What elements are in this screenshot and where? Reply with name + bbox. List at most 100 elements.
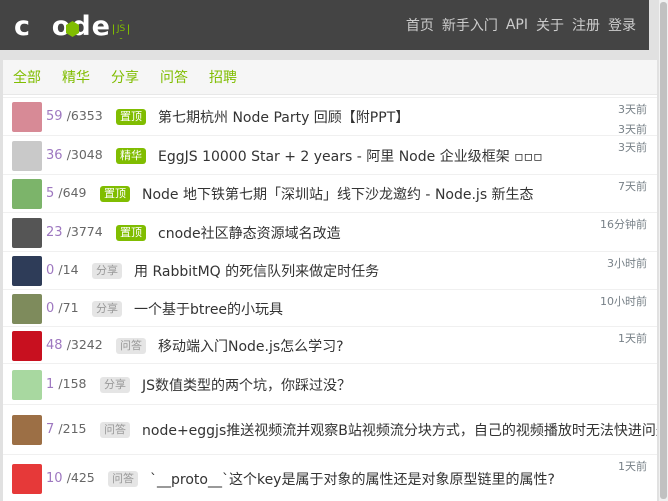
tab-good[interactable]: 精华 — [62, 67, 90, 87]
nav-signup[interactable]: 注册 — [572, 15, 600, 35]
topic-tab-badge: 精华 — [116, 148, 146, 164]
scrollbar-thumb[interactable] — [660, 2, 667, 499]
logo-text: c ode — [14, 11, 111, 42]
last-reply-time[interactable]: 3天前 — [618, 139, 647, 159]
topic-title-link[interactable]: 移动端入门Node.js怎么学习? — [158, 336, 344, 356]
time-text: 1天前 — [618, 460, 647, 473]
topic-row[interactable]: 7 /215 问答 node+eggjs推送视频流并观察B站视频流分块方式，自己的视… — [3, 404, 657, 455]
tab-job[interactable]: 招聘 — [209, 67, 237, 87]
reply-count: 0 — [46, 301, 55, 316]
user-avatar[interactable] — [12, 102, 42, 132]
reply-count: 23 — [46, 225, 63, 240]
time-text: 3天前 — [618, 141, 647, 154]
last-reply-time[interactable]: 1天前 — [618, 458, 647, 478]
topic-title-link[interactable]: `__proto__`这个key是属于对象的属性还是对象原型链里的属性? — [150, 469, 555, 489]
topic-tab-badge: 置顶 — [100, 186, 130, 202]
reply-count: 5 — [46, 186, 55, 201]
reply-visit-count: 1 /158 — [46, 376, 87, 392]
topic-title-link[interactable]: cnode社区静态资源域名改造 — [158, 223, 341, 243]
visit-count: /215 — [58, 421, 87, 436]
tab-ask[interactable]: 问答 — [160, 67, 188, 87]
topic-tab-badge: 分享 — [100, 377, 130, 393]
topic-tab-badge: 分享 — [92, 263, 122, 279]
reply-visit-count: 10 /425 — [46, 470, 95, 486]
nav-getstart[interactable]: 新手入门 — [442, 15, 498, 35]
topic-row[interactable]: 0 /14 分享用 RabbitMQ 的死信队列来做定时任务 3小时前 — [3, 251, 657, 290]
reply-count: 48 — [46, 338, 63, 353]
nav-home[interactable]: 首页 — [406, 15, 434, 35]
last-reply-time[interactable]: 3小时前 — [607, 255, 647, 275]
visit-count: /649 — [58, 185, 87, 200]
reply-visit-count: 5 /649 — [46, 185, 87, 201]
user-avatar[interactable] — [12, 294, 42, 324]
reply-count: 10 — [46, 471, 63, 486]
last-reply-time[interactable]: 10小时前 — [600, 293, 647, 313]
user-avatar[interactable] — [12, 331, 42, 361]
topic-row[interactable]: 5 /649 置顶 Node 地下铁第七期「深圳站」线下沙龙邀约 - Node.js… — [3, 174, 657, 213]
reply-visit-count: 0 /71 — [46, 300, 79, 316]
reply-count: 36 — [46, 148, 63, 163]
user-avatar[interactable] — [12, 218, 42, 248]
topic-row[interactable]: 48 /3242 问答 移动端入门Node.js怎么学习? 1天前 — [3, 326, 657, 364]
time-text: 10小时前 — [600, 295, 647, 308]
visit-count: /3242 — [66, 337, 103, 352]
reply-visit-count: 23 /3774 — [46, 224, 103, 240]
last-reply-time[interactable]: 1天前 — [618, 330, 647, 350]
top-navbar: c ode JS 首页 新手入门 API 关于 注册 登录 — [0, 0, 649, 50]
topic-tab-badge: 问答 — [100, 422, 130, 438]
user-avatar[interactable] — [12, 464, 42, 494]
reply-count: 59 — [46, 109, 63, 124]
reply-visit-count: 7 /215 — [46, 421, 87, 437]
topic-tab-badge: 置顶 — [116, 109, 146, 125]
user-avatar[interactable] — [12, 370, 42, 400]
last-reply-time[interactable]: 16分钟前 — [600, 216, 647, 236]
topic-panel: 全部 精华 分享 问答 招聘 59 /6353 置顶 第七期杭州 Node Part… — [3, 60, 657, 501]
tab-all[interactable]: 全部 — [13, 67, 41, 87]
last-reply-time[interactable]: 7天前 — [618, 178, 647, 198]
topic-row[interactable]: 36 /3048 精华 EggJS 10000 Star + 2 years - 阿… — [3, 135, 657, 175]
visit-count: /6353 — [66, 108, 103, 123]
reply-count: 0 — [46, 263, 55, 278]
topic-row[interactable]: 23 /3774 置顶 cnode社区静态资源域名改造 16分钟前 — [3, 212, 657, 252]
user-avatar[interactable] — [12, 256, 42, 286]
topic-title-link[interactable]: EggJS 10000 Star + 2 years - 阿里 Node 企业级… — [158, 146, 543, 166]
reply-visit-count: 0 /14 — [46, 262, 79, 278]
page-scrollbar[interactable] — [659, 0, 668, 501]
visit-count: /14 — [58, 262, 79, 277]
nav-about[interactable]: 关于 — [536, 15, 564, 35]
nav-login[interactable]: 登录 — [608, 15, 636, 35]
time-text: 16分钟前 — [600, 218, 647, 231]
topic-tab-badge: 置顶 — [116, 225, 146, 241]
user-avatar[interactable] — [12, 141, 42, 171]
topic-row[interactable]: 0 /71 分享 一个基于btree的小玩具 10小时前 — [3, 289, 657, 327]
visit-count: /3048 — [66, 147, 103, 162]
reply-count: 1 — [46, 377, 55, 392]
topic-row[interactable]: 59 /6353 置顶 第七期杭州 Node Party 回顾【附PPT】 3天前 3天… — [3, 97, 657, 136]
visit-count: /3774 — [66, 224, 103, 239]
topic-title-link[interactable]: 用 RabbitMQ 的死信队列来做定时任务 — [134, 261, 379, 281]
time-text: 7天前 — [618, 180, 647, 193]
time-text: 3天前 — [618, 103, 647, 116]
reply-visit-count: 36 /3048 — [46, 147, 103, 163]
topic-tab-badge: 分享 — [92, 301, 122, 317]
topic-title-link[interactable]: 第七期杭州 Node Party 回顾【附PPT】 — [158, 107, 409, 127]
topic-row[interactable]: 1 /158 分享 JS数值类型的两个坑，你踩过没？ — [3, 363, 657, 405]
visit-count: /71 — [58, 300, 79, 315]
topic-title-link[interactable]: node+eggjs推送视频流并观察B站视频流分块方式，自己的视频播放时无法快进… — [142, 420, 657, 440]
top-nav: 首页 新手入门 API 关于 注册 登录 — [398, 0, 636, 50]
topic-row[interactable]: 10 /425 问答 `__proto__`这个key是属于对象的属性还是对象原型链… — [3, 454, 657, 501]
topic-title-link[interactable]: JS数值类型的两个坑，你踩过没？ — [142, 375, 351, 395]
topic-title-link[interactable]: 一个基于btree的小玩具 — [134, 299, 283, 319]
visit-count: /158 — [58, 376, 87, 391]
topic-title-link[interactable]: Node 地下铁第七期「深圳站」线下沙龙邀约 - Node.js 新生态 — [142, 184, 534, 204]
visit-count: /425 — [66, 470, 95, 485]
nav-api[interactable]: API — [506, 17, 528, 33]
topic-tab-badge: 问答 — [108, 471, 138, 487]
topic-tab-badge: 问答 — [116, 338, 146, 354]
user-avatar[interactable] — [12, 179, 42, 209]
topic-tabs: 全部 精华 分享 问答 招聘 — [3, 60, 657, 95]
reply-visit-count: 48 /3242 — [46, 337, 103, 353]
time-text: 1天前 — [618, 332, 647, 345]
user-avatar[interactable] — [12, 415, 42, 445]
tab-share[interactable]: 分享 — [111, 67, 139, 87]
